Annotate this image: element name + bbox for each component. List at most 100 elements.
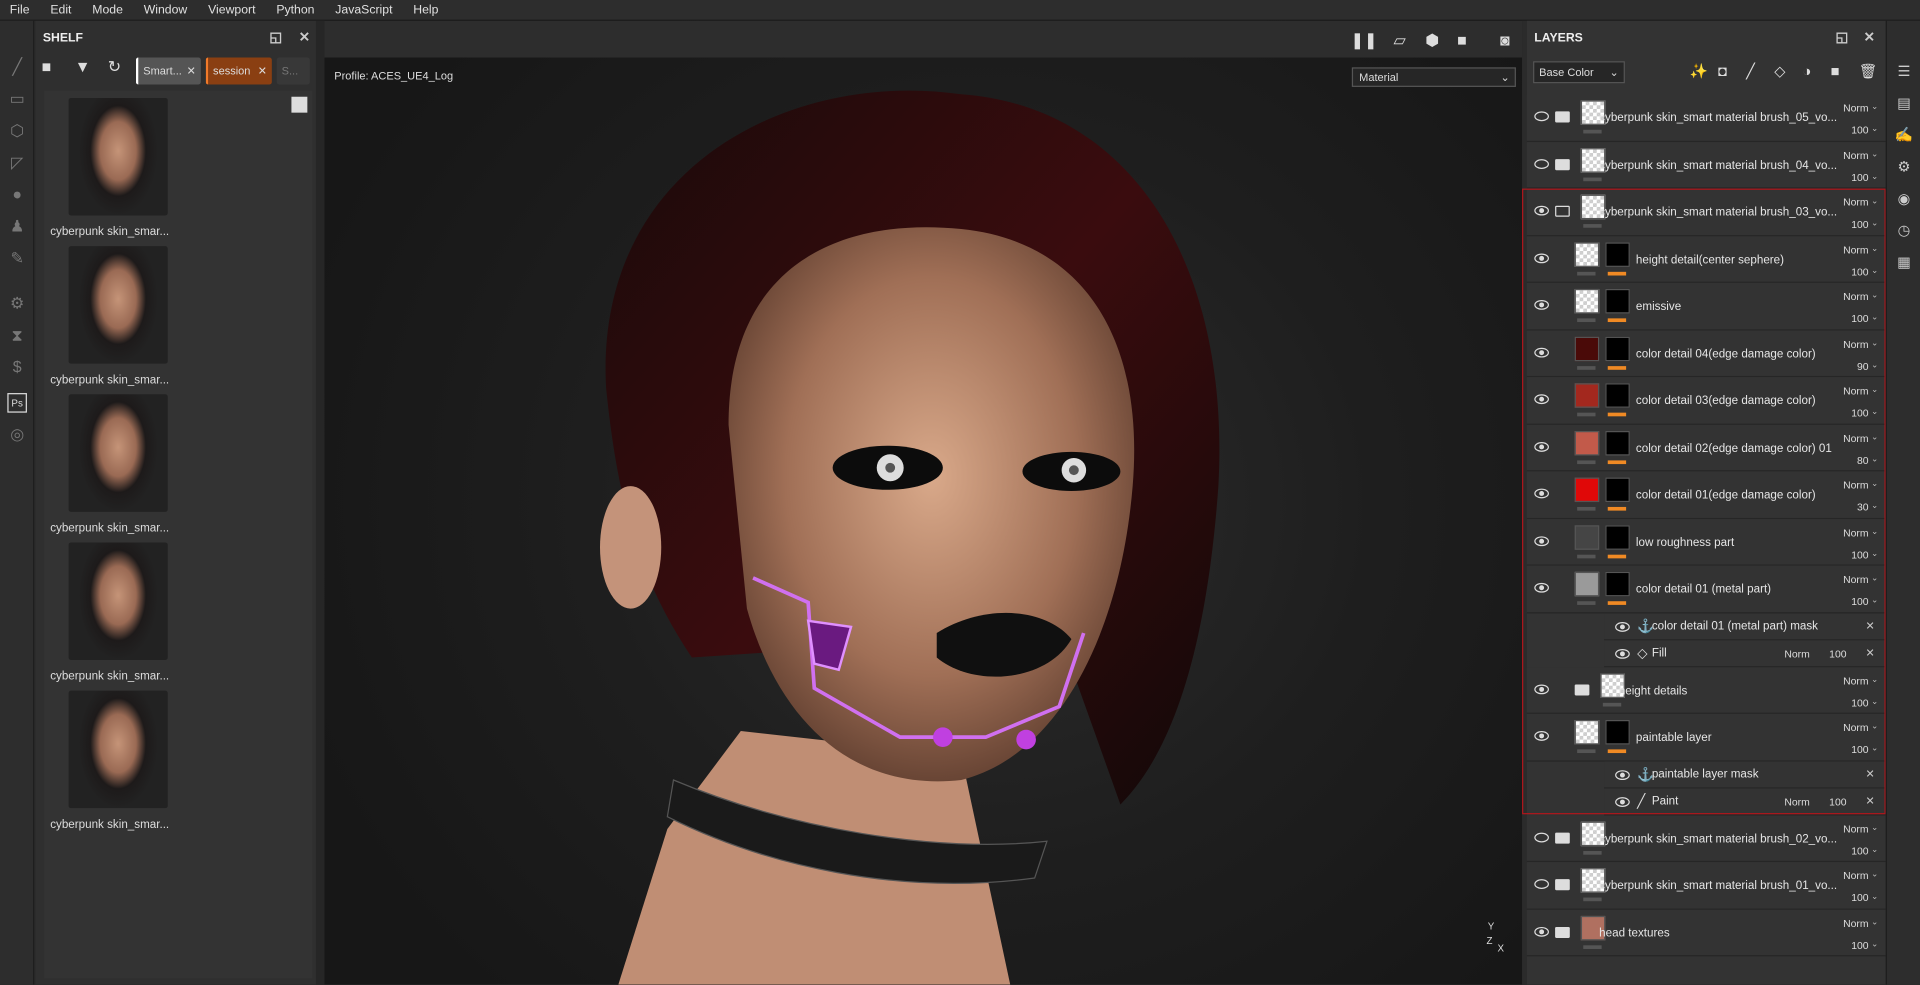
- layer-row[interactable]: color detail 03(edge damage color) Norm ⌄ 1…: [1526, 377, 1886, 425]
- blend-mode-select[interactable]: Norm: [1843, 526, 1868, 538]
- filter-chip-smart[interactable]: Smart... ✕: [135, 57, 201, 85]
- remove-icon[interactable]: ✕: [1865, 646, 1874, 659]
- blend-mode-select[interactable]: Norm: [1843, 243, 1868, 255]
- filter-icon[interactable]: ▼: [75, 58, 91, 82]
- opacity-select[interactable]: 100: [1851, 124, 1868, 136]
- layer-sub-row[interactable]: ◇ Fill Norm 100 ✕: [1604, 639, 1886, 667]
- eyedropper-icon[interactable]: ✎: [7, 249, 27, 269]
- add-fill-layer-icon[interactable]: ◇: [1774, 62, 1785, 79]
- brush-settings-icon[interactable]: ✍: [1894, 126, 1914, 146]
- shelf-item[interactable]: cyberpunk skin_smar...: [50, 246, 185, 393]
- blend-mode-select[interactable]: Norm: [1843, 432, 1868, 444]
- opacity-select[interactable]: 100: [1851, 939, 1868, 951]
- visibility-eye-icon[interactable]: [1615, 621, 1630, 632]
- panel-splitter[interactable]: [315, 20, 325, 985]
- mask-thumbnail[interactable]: [1605, 430, 1630, 455]
- shelf-item[interactable]: cyberpunk skin_smar...: [50, 542, 185, 689]
- visibility-eye-icon[interactable]: [1534, 441, 1549, 452]
- mask-thumbnail[interactable]: [1605, 241, 1630, 267]
- menu-viewport[interactable]: Viewport: [208, 3, 255, 16]
- sync-icon[interactable]: ◎: [7, 425, 27, 445]
- channel-select[interactable]: Material ⌄: [1351, 67, 1516, 87]
- opacity-select[interactable]: 100: [1829, 795, 1846, 807]
- visibility-eye-icon[interactable]: [1534, 300, 1549, 310]
- opacity-select[interactable]: 100: [1851, 891, 1868, 903]
- blend-mode-select[interactable]: Norm: [1784, 795, 1809, 807]
- blend-mode-select[interactable]: Norm: [1843, 479, 1868, 491]
- blend-mode-select[interactable]: Norm: [1843, 869, 1868, 881]
- display-settings-icon[interactable]: ⚙: [1894, 158, 1914, 178]
- search-field[interactable]: S...: [276, 57, 310, 85]
- brush-icon[interactable]: ╱: [7, 58, 27, 78]
- visibility-eye-icon[interactable]: [1534, 731, 1549, 741]
- undock-icon[interactable]: ◱: [269, 29, 282, 46]
- projection-icon[interactable]: ⬡: [7, 121, 27, 141]
- layers-list-icon[interactable]: ☰: [1894, 62, 1914, 82]
- close-icon[interactable]: ✕: [299, 29, 310, 46]
- eraser-icon[interactable]: ▭: [7, 89, 27, 109]
- mask-thumbnail[interactable]: [1605, 477, 1630, 503]
- visibility-eye-icon[interactable]: [1534, 582, 1549, 593]
- menu-file[interactable]: File: [10, 3, 30, 16]
- add-folder-icon[interactable]: ■: [1831, 62, 1840, 79]
- blend-mode-select[interactable]: Norm: [1843, 149, 1868, 161]
- remove-icon[interactable]: ✕: [1865, 794, 1874, 807]
- blend-mode-select[interactable]: Norm: [1843, 102, 1868, 114]
- folder-icon[interactable]: [1555, 158, 1570, 170]
- layer-row[interactable]: low roughness part Norm ⌄ 100 ⌄: [1526, 518, 1886, 566]
- opacity-select[interactable]: 100: [1851, 407, 1868, 419]
- visibility-eye-icon[interactable]: [1534, 926, 1549, 937]
- opacity-select[interactable]: 30: [1857, 501, 1869, 513]
- substance-icon[interactable]: ⚙: [7, 294, 27, 314]
- folder-open-icon[interactable]: [1555, 205, 1570, 217]
- layer-row[interactable]: color detail 04(edge damage color) Norm ⌄ 9…: [1526, 330, 1886, 378]
- blend-mode-select[interactable]: Norm: [1843, 674, 1868, 686]
- filter-chip-session[interactable]: session ✕: [205, 57, 272, 85]
- visibility-eye-icon[interactable]: [1534, 158, 1549, 169]
- shelf-item[interactable]: cyberpunk skin_smar...: [50, 394, 185, 541]
- layer-row[interactable]: cyberpunk skin_smart material brush_05_v…: [1526, 94, 1886, 142]
- remove-icon[interactable]: ✕: [1865, 619, 1874, 632]
- layer-row[interactable]: cyberpunk skin_smart material brush_04_v…: [1526, 141, 1886, 189]
- menu-mode[interactable]: Mode: [92, 3, 123, 16]
- visibility-eye-icon[interactable]: [1534, 683, 1549, 694]
- layer-row[interactable]: cyberpunk skin_smart material brush_02_v…: [1526, 814, 1886, 863]
- pause-icon[interactable]: ❚❚: [1351, 31, 1378, 51]
- folder-icon[interactable]: [1555, 926, 1570, 938]
- substance-s-icon[interactable]: $: [7, 358, 27, 378]
- opacity-select[interactable]: 100: [1851, 265, 1868, 277]
- layer-row[interactable]: color detail 02(edge damage color) 01 Nor…: [1526, 424, 1886, 472]
- delete-layer-icon[interactable]: 🗑: [1859, 62, 1878, 79]
- camera-icon[interactable]: ■: [1457, 31, 1467, 49]
- mask-thumbnail[interactable]: [1605, 720, 1630, 745]
- mask-thumbnail[interactable]: [1605, 571, 1630, 597]
- visibility-eye-icon[interactable]: [1534, 535, 1549, 546]
- add-mask-icon[interactable]: ◘: [1718, 62, 1727, 79]
- menu-javascript[interactable]: JavaScript: [335, 3, 392, 16]
- close-icon[interactable]: ✕: [1864, 29, 1875, 46]
- visibility-eye-icon[interactable]: [1534, 394, 1549, 405]
- layer-row[interactable]: emissive Norm ⌄ 100 ⌄: [1526, 282, 1886, 331]
- view-toggle-icon[interactable]: [291, 96, 308, 113]
- cube-icon[interactable]: ⬢: [1425, 31, 1439, 51]
- blend-mode-select[interactable]: Norm: [1843, 721, 1868, 733]
- undock-icon[interactable]: ◱: [1836, 29, 1849, 46]
- blend-mode-select[interactable]: Norm: [1843, 384, 1868, 396]
- visibility-eye-icon[interactable]: [1534, 832, 1549, 842]
- shelf-item[interactable]: cyberpunk skin_smar...: [50, 690, 185, 838]
- visibility-eye-icon[interactable]: [1534, 347, 1549, 357]
- layer-sub-row[interactable]: ⚓ paintable layer mask ✕: [1604, 761, 1886, 788]
- menu-window[interactable]: Window: [144, 3, 188, 16]
- blend-mode-select[interactable]: Norm: [1843, 196, 1868, 208]
- opacity-select[interactable]: 80: [1857, 454, 1869, 466]
- folder-icon[interactable]: [1555, 111, 1570, 123]
- blend-mode-select[interactable]: Norm: [1843, 822, 1868, 834]
- visibility-eye-icon[interactable]: [1615, 769, 1630, 780]
- blend-mode-select[interactable]: Norm: [1843, 290, 1868, 302]
- folder-icon[interactable]: [1555, 832, 1570, 844]
- add-paint-layer-icon[interactable]: ╱: [1746, 62, 1755, 79]
- mask-thumbnail[interactable]: [1605, 524, 1630, 550]
- visibility-eye-icon[interactable]: [1615, 796, 1630, 807]
- screenshot-icon[interactable]: ◙: [1500, 31, 1510, 49]
- opacity-select[interactable]: 100: [1851, 548, 1868, 560]
